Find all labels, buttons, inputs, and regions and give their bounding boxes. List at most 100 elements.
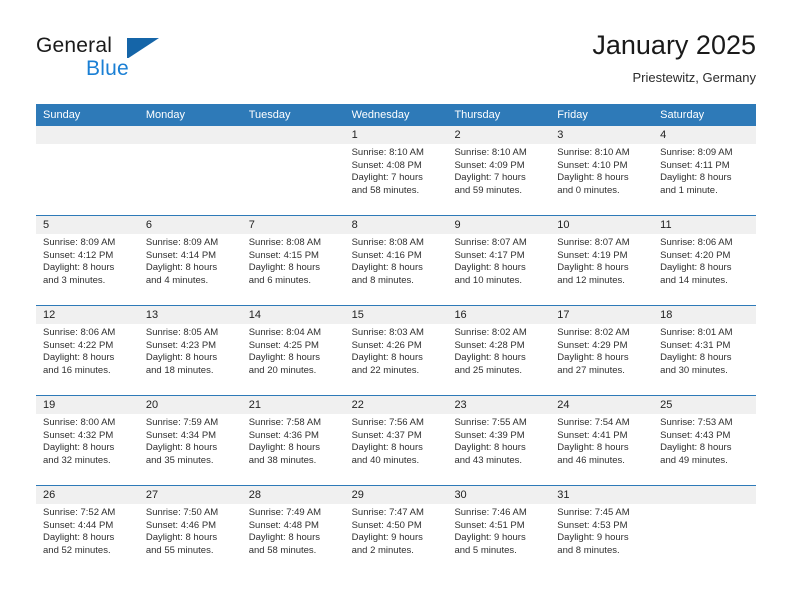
calendar-week-row: 1 2 3 4 Sunrise: 8:10 AM Sunset: 4:08 PM Dayli… [36, 126, 756, 215]
daylight-text-cont: and 22 minutes. [351, 364, 420, 376]
day-number[interactable]: 2 [447, 126, 550, 144]
daylight-text-cont: and 58 minutes. [248, 544, 317, 556]
sunrise-text: Sunrise: 7:50 AM [145, 507, 219, 518]
daylight-text: Daylight: 8 hours [248, 532, 321, 544]
day-cell[interactable]: Sunrise: 8:02 AM Sunset: 4:29 PM Daylight:… [550, 324, 653, 395]
day-cell[interactable]: Sunrise: 8:09 AM Sunset: 4:11 PM Daylight:… [653, 144, 756, 215]
day-number[interactable]: 11 [653, 216, 756, 234]
daylight-text-cont: and 6 minutes. [248, 274, 312, 286]
daylight-text: Daylight: 8 hours [557, 352, 629, 364]
day-number[interactable]: 12 [36, 306, 139, 324]
day-number[interactable]: 16 [447, 306, 550, 324]
day-cell[interactable]: Sunrise: 7:55 AM Sunset: 4:39 PM Daylight:… [447, 414, 550, 485]
day-cell[interactable]: Sunrise: 7:52 AM Sunset: 4:44 PM Daylight:… [36, 504, 139, 575]
daylight-text: Daylight: 8 hours [660, 262, 732, 274]
day-cell[interactable]: Sunrise: 7:56 AM Sunset: 4:37 PM Daylight:… [345, 414, 448, 485]
day-number[interactable]: 14 [242, 306, 345, 324]
day-number[interactable]: 30 [447, 486, 550, 504]
daylight-text-cont: and 27 minutes. [557, 364, 625, 376]
day-number[interactable]: 21 [242, 396, 345, 414]
day-number[interactable]: 17 [550, 306, 653, 324]
day-number[interactable]: 7 [242, 216, 345, 234]
day-cell[interactable]: Sunrise: 8:10 AM Sunset: 4:09 PM Daylight:… [447, 144, 550, 215]
day-cell[interactable]: Sunrise: 8:08 AM Sunset: 4:16 PM Daylight:… [345, 234, 448, 305]
day-number[interactable]: 26 [36, 486, 139, 504]
day-number[interactable]: 24 [550, 396, 653, 414]
sunrise-text: Sunrise: 7:47 AM [351, 507, 424, 518]
sunset-text: Sunset: 4:12 PM [43, 249, 114, 261]
week-detail-cells: Sunrise: 8:06 AM Sunset: 4:22 PM Daylight:… [36, 324, 756, 395]
day-number[interactable]: 28 [242, 486, 345, 504]
day-number[interactable]: 23 [447, 396, 550, 414]
day-number[interactable]: 10 [550, 216, 653, 234]
daylight-text: Daylight: 8 hours [351, 262, 423, 274]
day-number[interactable]: 20 [139, 396, 242, 414]
day-number[interactable]: 1 [345, 126, 448, 144]
sunset-text: Sunset: 4:11 PM [660, 159, 730, 171]
day-cell[interactable]: Sunrise: 8:09 AM Sunset: 4:12 PM Daylight:… [36, 234, 139, 305]
day-number[interactable]: 9 [447, 216, 550, 234]
general-blue-logo[interactable]: General Blue [36, 34, 266, 90]
day-cell[interactable]: Sunrise: 7:59 AM Sunset: 4:34 PM Daylight:… [139, 414, 242, 485]
sunset-text: Sunset: 4:10 PM [557, 159, 628, 171]
day-cell[interactable]: Sunrise: 8:09 AM Sunset: 4:14 PM Daylight:… [139, 234, 242, 305]
day-cell[interactable]: Sunrise: 7:50 AM Sunset: 4:46 PM Daylight:… [139, 504, 242, 575]
week-detail-cells: Sunrise: 7:52 AM Sunset: 4:44 PM Daylight:… [36, 504, 756, 575]
day-cell[interactable]: Sunrise: 7:54 AM Sunset: 4:41 PM Daylight:… [550, 414, 653, 485]
day-cell[interactable]: Sunrise: 8:03 AM Sunset: 4:26 PM Daylight:… [345, 324, 448, 395]
daylight-text: Daylight: 8 hours [557, 172, 629, 184]
day-number[interactable]: 5 [36, 216, 139, 234]
daylight-text-cont: and 5 minutes. [454, 544, 517, 556]
day-cell[interactable]: Sunrise: 7:46 AM Sunset: 4:51 PM Daylight:… [447, 504, 550, 575]
daylight-text-cont: and 18 minutes. [145, 364, 214, 376]
day-number[interactable]: 8 [345, 216, 448, 234]
sunset-text: Sunset: 4:46 PM [145, 519, 217, 531]
weekday-header-friday: Friday [557, 109, 588, 121]
day-number[interactable]: 15 [345, 306, 448, 324]
day-cell[interactable]: Sunrise: 8:01 AM Sunset: 4:31 PM Daylight:… [653, 324, 756, 395]
sunset-text: Sunset: 4:34 PM [145, 429, 217, 441]
day-cell[interactable]: Sunrise: 7:47 AM Sunset: 4:50 PM Daylight:… [345, 504, 448, 575]
daylight-text: Daylight: 8 hours [351, 442, 423, 454]
day-cell[interactable]: Sunrise: 8:02 AM Sunset: 4:28 PM Daylight:… [447, 324, 550, 395]
calendar-grid: Sunday Monday Tuesday Wednesday Thursday Frid… [36, 104, 756, 575]
day-cell[interactable]: Sunrise: 8:10 AM Sunset: 4:10 PM Daylight:… [550, 144, 653, 215]
day-number[interactable]: 29 [345, 486, 448, 504]
day-cell[interactable]: Sunrise: 8:10 AM Sunset: 4:08 PM Daylight:… [345, 144, 448, 215]
day-number[interactable]: 3 [550, 126, 653, 144]
daylight-text-cont: and 2 minutes. [351, 544, 414, 556]
day-number[interactable]: 6 [139, 216, 242, 234]
weekday-header-monday: Monday [145, 109, 185, 121]
day-number[interactable]: 13 [139, 306, 242, 324]
location-subtitle: Priestewitz, Germany [632, 70, 756, 85]
day-cell[interactable]: Sunrise: 8:06 AM Sunset: 4:22 PM Daylight:… [36, 324, 139, 395]
daylight-text-cont: and 35 minutes. [145, 454, 214, 466]
calendar-page: General Blue January 2025 Priestewitz, G… [0, 0, 792, 612]
sunrise-text: Sunrise: 8:02 AM [454, 327, 527, 338]
sunset-text: Sunset: 4:29 PM [557, 339, 628, 351]
day-number[interactable]: 19 [36, 396, 139, 414]
day-cell[interactable]: Sunrise: 8:00 AM Sunset: 4:32 PM Daylight:… [36, 414, 139, 485]
day-cell[interactable]: Sunrise: 7:45 AM Sunset: 4:53 PM Daylight:… [550, 504, 653, 575]
sunrise-text: Sunrise: 8:06 AM [660, 237, 733, 248]
day-cell[interactable]: Sunrise: 8:05 AM Sunset: 4:23 PM Daylight:… [139, 324, 242, 395]
day-number[interactable]: 27 [139, 486, 242, 504]
day-number[interactable]: 22 [345, 396, 448, 414]
day-cell[interactable]: Sunrise: 7:53 AM Sunset: 4:43 PM Daylight:… [653, 414, 756, 485]
day-number[interactable]: 18 [653, 306, 756, 324]
day-cell[interactable]: Sunrise: 8:08 AM Sunset: 4:15 PM Daylight:… [242, 234, 345, 305]
day-number[interactable]: 4 [653, 126, 756, 144]
daylight-text-cont: and 25 minutes. [454, 364, 523, 376]
day-cell[interactable]: Sunrise: 8:07 AM Sunset: 4:19 PM Daylight:… [550, 234, 653, 305]
day-number[interactable]: 25 [653, 396, 756, 414]
day-cell[interactable]: Sunrise: 8:06 AM Sunset: 4:20 PM Daylight:… [653, 234, 756, 305]
sunrise-text: Sunrise: 8:05 AM [145, 327, 219, 338]
sunset-text: Sunset: 4:44 PM [43, 519, 114, 531]
day-cell[interactable]: Sunrise: 8:07 AM Sunset: 4:17 PM Daylight:… [447, 234, 550, 305]
sunrise-text: Sunrise: 8:01 AM [660, 327, 733, 338]
daylight-text: Daylight: 8 hours [351, 352, 423, 364]
day-cell[interactable]: Sunrise: 8:04 AM Sunset: 4:25 PM Daylight:… [242, 324, 345, 395]
day-number[interactable]: 31 [550, 486, 653, 504]
day-cell[interactable]: Sunrise: 7:49 AM Sunset: 4:48 PM Daylight:… [242, 504, 345, 575]
day-cell[interactable]: Sunrise: 7:58 AM Sunset: 4:36 PM Daylight:… [242, 414, 345, 485]
